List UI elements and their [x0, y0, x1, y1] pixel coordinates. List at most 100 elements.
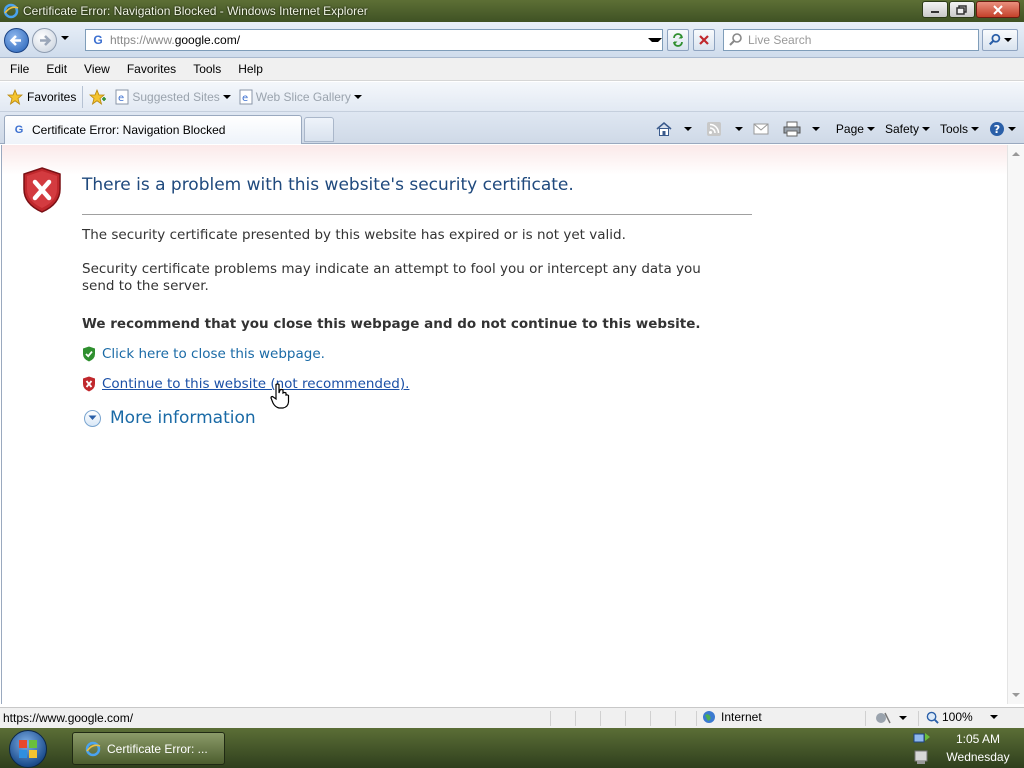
help-dropdown[interactable]	[1008, 127, 1016, 131]
feeds-button[interactable]	[706, 121, 743, 137]
status-separator	[650, 711, 651, 726]
more-information-label: More information	[110, 408, 256, 428]
menu-favorites[interactable]: Favorites	[117, 62, 183, 76]
protected-mode-dropdown[interactable]	[899, 716, 907, 720]
safety-menu-arrow	[921, 127, 930, 131]
taskbar: Certificate Error: ... 1:05 AM Wednesday	[0, 728, 1024, 768]
network-icon[interactable]	[913, 731, 931, 747]
recent-pages-dropdown[interactable]	[61, 36, 69, 40]
zoom-dropdown[interactable]	[989, 715, 998, 719]
security-zone[interactable]: Internet	[702, 710, 762, 724]
error-recommendation: We recommend that you close this webpage…	[82, 316, 701, 332]
suggested-sites-label: Suggested Sites	[132, 89, 220, 104]
minimize-button[interactable]	[922, 1, 948, 18]
protected-mode-button[interactable]	[875, 711, 907, 725]
tab-certificate-error[interactable]: G Certificate Error: Navigation Blocked	[4, 115, 302, 144]
window-title: Certificate Error: Navigation Blocked - …	[23, 4, 368, 18]
menu-file[interactable]: File	[0, 62, 36, 76]
error-paragraph-expired: The security certificate presented by th…	[82, 227, 626, 243]
menu-tools[interactable]: Tools	[183, 62, 228, 76]
print-button[interactable]	[783, 121, 820, 137]
action-center-icon[interactable]	[913, 749, 931, 765]
taskbar-ie-label: Certificate Error: ...	[107, 741, 208, 756]
error-title: There is a problem with this website's s…	[82, 175, 574, 195]
tools-menu-button[interactable]: Tools	[940, 122, 979, 136]
new-tab-button[interactable]	[304, 117, 334, 142]
chevron-down-icon	[88, 415, 97, 420]
system-clock[interactable]: 1:05 AM Wednesday	[936, 730, 1020, 766]
home-button[interactable]	[655, 121, 692, 137]
address-bar[interactable]: G https://www.google.com/	[85, 29, 663, 51]
feeds-dropdown[interactable]	[734, 127, 743, 131]
menu-view[interactable]: View	[74, 62, 117, 76]
safety-menu-label: Safety	[884, 122, 919, 136]
page-menu-label: Page	[835, 122, 864, 136]
google-favicon-icon: G	[14, 124, 24, 136]
home-dropdown[interactable]	[683, 127, 692, 131]
ie-page-icon: e	[239, 89, 253, 104]
feeds-icon	[706, 122, 721, 136]
stop-icon	[699, 35, 709, 45]
menu-help[interactable]: Help	[228, 62, 270, 76]
search-button[interactable]	[982, 29, 1018, 51]
address-dropdown[interactable]	[648, 38, 662, 42]
web-slice-gallery-dropdown[interactable]	[353, 94, 362, 99]
continue-website-label: Continue to this website (not recommende…	[102, 376, 410, 392]
google-favicon-icon: G	[93, 33, 103, 47]
expand-circle-icon	[84, 409, 101, 427]
add-to-favorites-bar-button[interactable]	[89, 88, 107, 105]
page-menu-button[interactable]: Page	[836, 122, 875, 136]
more-information-toggle[interactable]: More information	[84, 408, 256, 428]
shield-error-icon	[23, 167, 61, 213]
favorites-label: Favorites	[27, 89, 77, 104]
windows-orb-icon	[19, 740, 37, 758]
maximize-button[interactable]	[949, 1, 975, 18]
close-webpage-link[interactable]: Click here to close this webpage.	[82, 346, 325, 362]
tab-label: Certificate Error: Navigation Blocked	[32, 123, 226, 137]
status-separator	[600, 711, 601, 726]
ie-page-icon: e	[115, 89, 129, 104]
star-icon	[7, 88, 23, 105]
start-button[interactable]	[9, 730, 47, 768]
url-prefix: https://www.	[110, 33, 175, 47]
search-icon	[729, 33, 742, 46]
navigation-bar: G https://www.google.com/ Live Search	[0, 22, 1024, 58]
zoom-level: 100%	[942, 710, 973, 724]
ie-logo-icon	[85, 741, 101, 756]
refresh-icon	[673, 33, 683, 47]
vertical-scrollbar[interactable]	[1007, 145, 1024, 704]
taskbar-ie-window[interactable]: Certificate Error: ...	[72, 732, 225, 765]
status-separator	[918, 711, 919, 726]
back-button[interactable]	[4, 28, 29, 53]
window-controls	[922, 1, 1020, 18]
shield-error-small-icon	[83, 376, 95, 392]
back-arrow-icon	[9, 35, 21, 46]
forward-button[interactable]	[32, 28, 57, 53]
close-button[interactable]	[976, 1, 1020, 18]
help-button[interactable]: ?	[989, 121, 1016, 137]
print-dropdown[interactable]	[811, 127, 820, 131]
content-glow	[2, 145, 1007, 175]
clock-time: 1:05 AM	[955, 732, 1001, 746]
stop-button[interactable]	[693, 29, 715, 51]
zoom-button[interactable]: 100%	[926, 710, 998, 724]
status-separator	[696, 711, 697, 726]
web-slice-gallery-link[interactable]: e Web Slice Gallery	[239, 89, 362, 105]
status-separator	[675, 711, 676, 726]
safety-menu-button[interactable]: Safety	[885, 122, 930, 136]
menu-edit[interactable]: Edit	[36, 62, 74, 76]
read-mail-button[interactable]	[753, 123, 769, 135]
mail-icon	[753, 123, 769, 135]
continue-website-link[interactable]: Continue to this website (not recommende…	[82, 376, 409, 392]
search-options-dropdown[interactable]	[1004, 38, 1012, 42]
close-icon	[993, 4, 1003, 15]
suggested-sites-link[interactable]: e Suggested Sites	[115, 89, 231, 105]
svg-text:e: e	[118, 93, 124, 104]
favorites-button[interactable]: Favorites	[7, 85, 84, 108]
menu-bar: File Edit View Favorites Tools Help	[0, 58, 1024, 81]
refresh-button[interactable]	[667, 29, 689, 51]
suggested-sites-dropdown[interactable]	[222, 94, 231, 99]
page-menu-arrow	[866, 127, 875, 131]
tools-menu-arrow	[971, 127, 979, 131]
search-input[interactable]: Live Search	[723, 29, 979, 51]
